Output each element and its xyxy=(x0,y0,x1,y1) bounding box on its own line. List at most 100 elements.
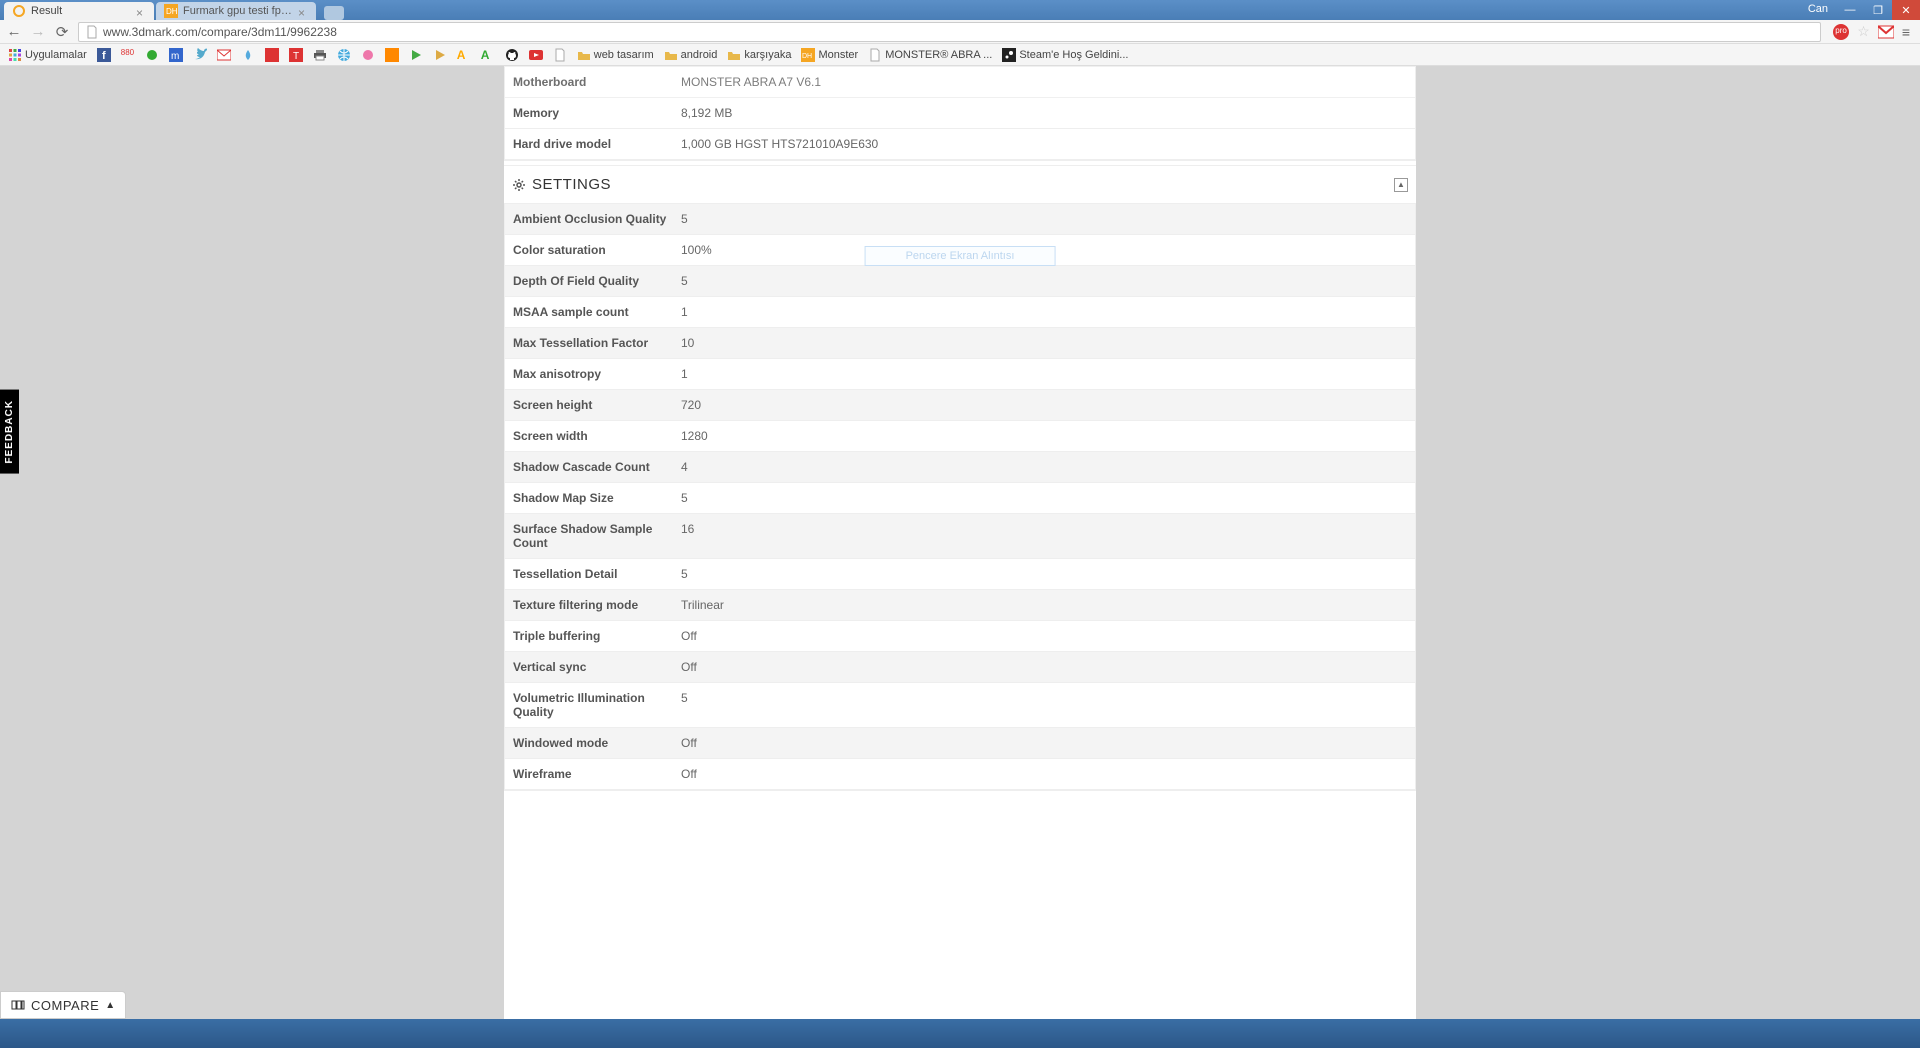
setting-row: Shadow Map Size5 xyxy=(505,483,1415,514)
settings-header[interactable]: SETTINGS ▲ xyxy=(504,165,1416,204)
bookmark-m[interactable]: m xyxy=(167,46,185,64)
setting-row: Screen width1280 xyxy=(505,421,1415,452)
bookmark-t[interactable]: T xyxy=(287,46,305,64)
setting-label: Max Tessellation Factor xyxy=(513,336,681,350)
setting-label: MSAA sample count xyxy=(513,305,681,319)
apps-button[interactable]: Uygulamalar xyxy=(6,46,89,64)
bookmark-cal[interactable] xyxy=(383,46,401,64)
bookmark-a2[interactable]: A xyxy=(479,46,497,64)
tab-favicon-result xyxy=(12,4,26,18)
folder-icon xyxy=(727,48,741,62)
feedback-tab[interactable]: FEEDBACK xyxy=(0,390,19,474)
setting-value: 1 xyxy=(681,305,1407,319)
globe-icon xyxy=(337,48,351,62)
tab-strip: Result × DH Furmark gpu testi fps çok × xyxy=(0,0,344,20)
bookmark-github[interactable] xyxy=(503,46,521,64)
page-icon xyxy=(85,25,99,39)
bookmark-twitter[interactable] xyxy=(191,46,209,64)
bookmark-play[interactable] xyxy=(407,46,425,64)
setting-label: Color saturation xyxy=(513,243,681,257)
close-icon[interactable]: × xyxy=(136,6,146,16)
setting-label: Triple buffering xyxy=(513,629,681,643)
back-button[interactable]: ← xyxy=(6,24,22,40)
setting-value: Off xyxy=(681,629,1407,643)
gmail-icon[interactable] xyxy=(1878,24,1894,40)
bookmark-print[interactable] xyxy=(311,46,329,64)
setting-value: Trilinear xyxy=(681,598,1407,612)
setting-row: MSAA sample count1 xyxy=(505,297,1415,328)
taskbar[interactable] xyxy=(0,1019,1920,1048)
bookmark-monster[interactable]: DHMonster xyxy=(799,46,860,64)
info-row: Motherboard MONSTER ABRA A7 V6.1 xyxy=(505,66,1415,98)
bookmark-play2[interactable] xyxy=(431,46,449,64)
menu-icon[interactable]: ≡ xyxy=(1902,24,1910,40)
info-row: Memory 8,192 MB xyxy=(505,98,1415,129)
youtube-icon xyxy=(529,48,543,62)
bookmark-fb[interactable]: f xyxy=(95,46,113,64)
bookmark-folder-web[interactable]: web tasarım xyxy=(575,46,656,64)
tab-furmark[interactable]: DH Furmark gpu testi fps çok × xyxy=(156,2,316,20)
maximize-button[interactable]: ❐ xyxy=(1864,0,1892,20)
compare-bar[interactable]: COMPARE ▲ xyxy=(0,991,126,1019)
steam-icon xyxy=(1002,48,1016,62)
bookmark-drop[interactable] xyxy=(239,46,257,64)
file-icon xyxy=(553,48,567,62)
setting-label: Depth Of Field Quality xyxy=(513,274,681,288)
bookmark-label: Monster xyxy=(818,49,858,61)
tab-title: Result xyxy=(31,5,131,17)
extension-icon[interactable]: pro xyxy=(1833,24,1849,40)
bookmark-folder-android[interactable]: android xyxy=(662,46,720,64)
setting-value: 5 xyxy=(681,274,1407,288)
collapse-icon[interactable]: ▲ xyxy=(1394,178,1408,192)
bookmarks-bar: Uygulamalar f 880 m T A A web tasarım an… xyxy=(0,44,1920,66)
minimize-button[interactable]: — xyxy=(1836,0,1864,20)
apps-icon xyxy=(8,48,22,62)
print-icon xyxy=(313,48,327,62)
setting-row: Max anisotropy1 xyxy=(505,359,1415,390)
bookmark-folder-karsiyaka[interactable]: karşıyaka xyxy=(725,46,793,64)
bookmark-icon xyxy=(265,48,279,62)
info-label: Motherboard xyxy=(513,75,681,89)
bookmark-monster-abra[interactable]: MONSTER® ABRA ... xyxy=(866,46,994,64)
setting-row: WireframeOff xyxy=(505,759,1415,790)
address-bar[interactable]: www.3dmark.com/compare/3dm11/9962238 xyxy=(78,22,1821,42)
settings-table: Ambient Occlusion Quality 5 Color saturat… xyxy=(504,204,1416,791)
info-value: MONSTER ABRA A7 V6.1 xyxy=(681,75,1407,89)
tab-result[interactable]: Result × xyxy=(4,2,154,20)
setting-value: Off xyxy=(681,767,1407,781)
setting-row: Windowed modeOff xyxy=(505,728,1415,759)
result-panel: Motherboard MONSTER ABRA A7 V6.1 Memory … xyxy=(504,66,1416,1019)
close-window-button[interactable]: ✕ xyxy=(1892,0,1920,20)
reload-button[interactable]: ⟳ xyxy=(54,24,70,40)
bookmark-label: Uygulamalar xyxy=(25,49,87,61)
setting-label: Screen width xyxy=(513,429,681,443)
setting-row: Triple bufferingOff xyxy=(505,621,1415,652)
setting-row: Vertical syncOff xyxy=(505,652,1415,683)
setting-label: Shadow Map Size xyxy=(513,491,681,505)
start-button[interactable] xyxy=(0,1019,40,1048)
bookmark-youtube[interactable] xyxy=(527,46,545,64)
bookmark-a[interactable]: A xyxy=(455,46,473,64)
setting-label: Ambient Occlusion Quality xyxy=(513,212,681,226)
setting-row: Tessellation Detail5 xyxy=(505,559,1415,590)
user-label[interactable]: Can xyxy=(1800,0,1836,20)
content-area[interactable]: Motherboard MONSTER ABRA A7 V6.1 Memory … xyxy=(0,66,1920,1019)
setting-label: Shadow Cascade Count xyxy=(513,460,681,474)
bookmark-pink[interactable] xyxy=(359,46,377,64)
bookmark-gmail[interactable] xyxy=(215,46,233,64)
new-tab-button[interactable] xyxy=(324,6,344,20)
setting-label: Max anisotropy xyxy=(513,367,681,381)
star-icon[interactable]: ☆ xyxy=(1857,23,1870,40)
bookmark-file[interactable] xyxy=(551,46,569,64)
bookmark-red[interactable] xyxy=(263,46,281,64)
bookmark-steam[interactable]: Steam'e Hoş Geldini... xyxy=(1000,46,1130,64)
setting-label: Wireframe xyxy=(513,767,681,781)
close-icon[interactable]: × xyxy=(298,6,308,16)
tab-title: Furmark gpu testi fps çok xyxy=(183,5,293,17)
bookmark-o[interactable] xyxy=(143,46,161,64)
forward-button[interactable]: → xyxy=(30,24,46,40)
bookmark-globe[interactable] xyxy=(335,46,353,64)
folder-icon xyxy=(577,48,591,62)
bookmark-icon xyxy=(241,48,255,62)
bookmark-880[interactable]: 880 xyxy=(119,46,137,64)
